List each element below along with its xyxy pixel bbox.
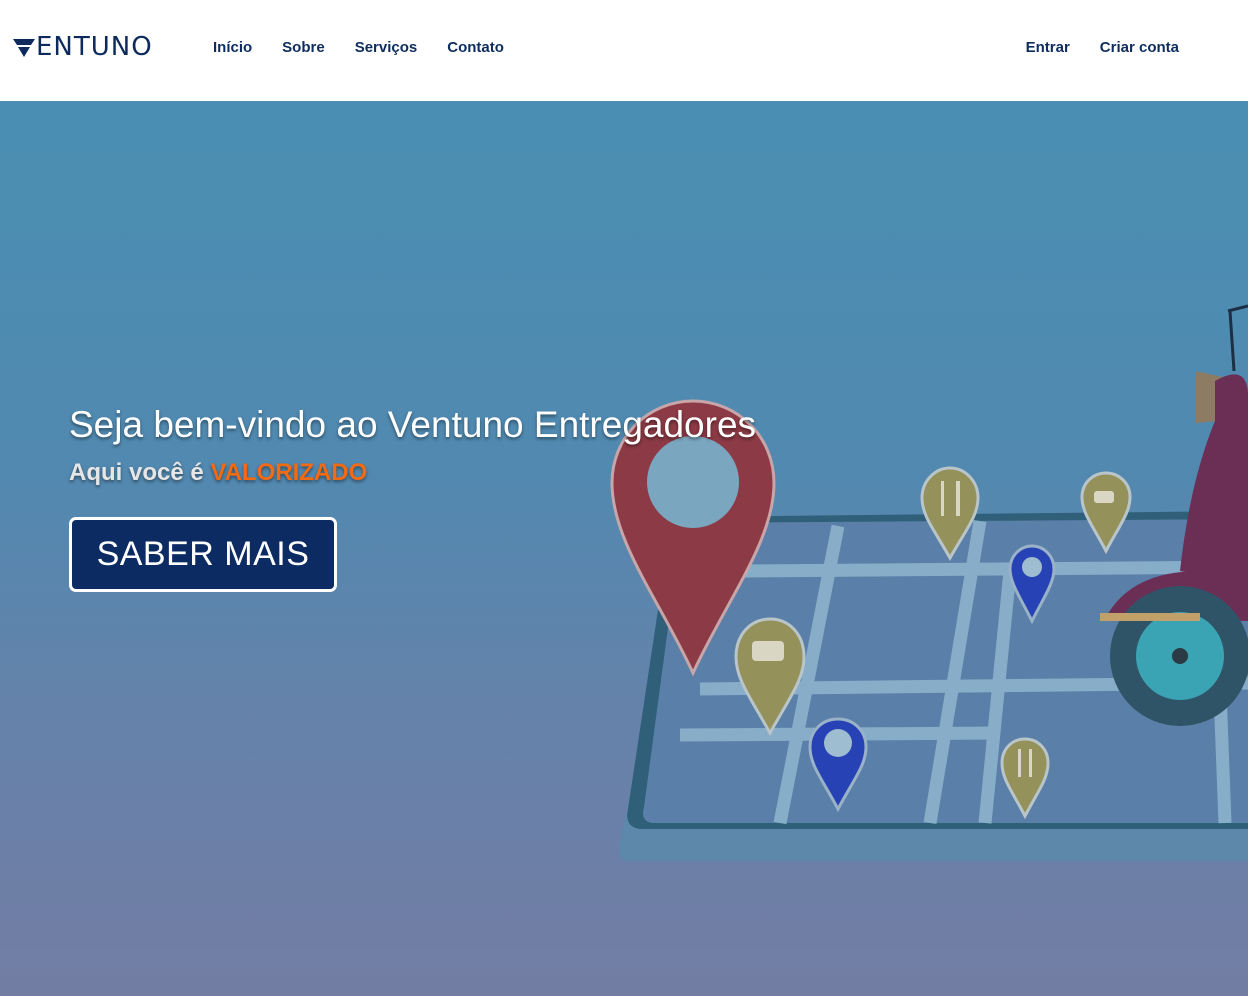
nav-item-contato[interactable]: Contato: [447, 38, 504, 58]
signup-link[interactable]: Criar conta: [1100, 38, 1179, 58]
v-chevron-icon: [13, 39, 35, 57]
hero-section: Seja bem-vindo ao Ventuno Entregadores A…: [0, 101, 1248, 996]
nav-item-servicos[interactable]: Serviços: [355, 38, 418, 58]
saber-mais-button[interactable]: SABER MAIS: [69, 517, 337, 592]
top-navbar: ENTUNO Início Sobre Serviços Contato Ent…: [0, 0, 1248, 101]
brand-logo[interactable]: ENTUNO: [13, 33, 153, 61]
nav-item-inicio[interactable]: Início: [213, 38, 252, 58]
login-link[interactable]: Entrar: [1026, 38, 1070, 58]
auth-links: Entrar Criar conta: [1026, 38, 1179, 58]
nav-item-sobre[interactable]: Sobre: [282, 38, 325, 58]
hero-subtitle-highlight: VALORIZADO: [210, 459, 368, 486]
brand-name: ENTUNO: [36, 32, 153, 62]
hero-title: Seja bem-vindo ao Ventuno Entregadores: [69, 404, 757, 445]
main-nav: Início Sobre Serviços Contato: [213, 38, 504, 58]
hero-subtitle-prefix: Aqui você é: [69, 459, 211, 486]
hero-subtitle: Aqui você é VALORIZADO: [69, 458, 367, 488]
